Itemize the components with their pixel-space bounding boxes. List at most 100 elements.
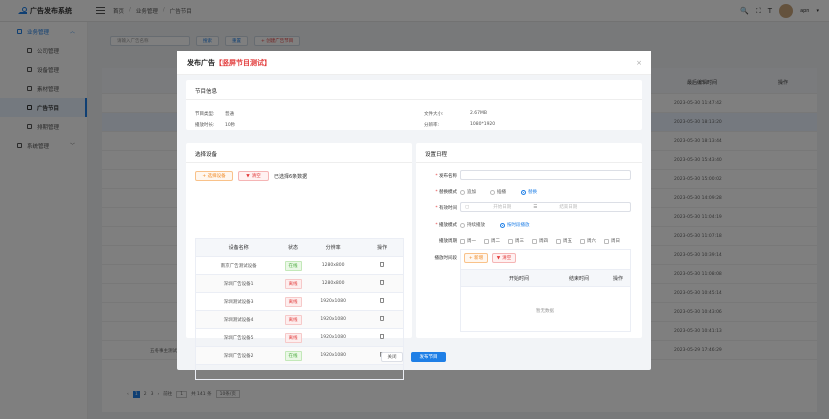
radio-checked-icon (500, 222, 505, 228)
device-resolution: 1920x1080 (320, 299, 346, 304)
device-table: 设备名称 状态 分辨率 操作 南京广告测试设备 在线 1280x800 深圳广告… (195, 238, 404, 380)
device-name: 南京广告测试设备 (220, 263, 257, 269)
play-cycle-label: 播放周期 (423, 238, 457, 244)
radio-label: 追加 (467, 190, 476, 195)
radio-checked-icon (521, 189, 526, 195)
device-resolution: 1280x800 (321, 263, 345, 268)
status-badge: 在线 (284, 260, 302, 271)
resolution-label: 分辨率: (424, 123, 440, 128)
range-separator-icon: ☰ (533, 204, 538, 210)
file-size-value: 2.67MB (470, 111, 487, 116)
checkbox-label: 周三 (515, 239, 524, 244)
table-row: 南京广告测试设备 在线 1280x800 (196, 257, 403, 275)
clear-periods-button[interactable]: ▼ 清空 (492, 253, 516, 263)
close-icon[interactable]: × (636, 59, 642, 67)
mode-insert-radio[interactable]: 插播 (490, 189, 506, 195)
status-badge: 离线 (284, 332, 302, 343)
modal-program-name: 【竖屏节目测试】 (215, 58, 271, 67)
close-button[interactable]: 关闭 (381, 352, 403, 362)
publish-name-input[interactable] (460, 170, 631, 180)
label-text: 播放周期 (439, 239, 457, 244)
column-header: 结束时间 (568, 275, 589, 282)
play-period-radio[interactable]: 按时段播放 (500, 222, 530, 228)
checkbox-label: 周日 (611, 239, 620, 244)
valid-time-label: * 有效时间 (435, 206, 457, 211)
play-continuous-radio[interactable]: 持续播放 (460, 222, 485, 228)
mode-append-radio[interactable]: 追加 (460, 189, 476, 195)
device-resolution: 1920x1080 (320, 353, 346, 358)
program-type-label: 节目类型: (195, 112, 215, 117)
date-range-picker[interactable]: ▢ 开始日期 ☰ 结束日期 (460, 202, 631, 212)
table-header: 设备名称 状态 分辨率 操作 (196, 239, 403, 257)
replace-mode-label: * 替换模式 (435, 190, 457, 195)
delete-icon[interactable] (380, 298, 385, 303)
checkbox-label: 周一 (467, 239, 476, 244)
publish-modal: 发布广告 【竖屏节目测试】 × 节目信息 节目类型: 普通 播放时长: 10秒 文件大… (177, 51, 651, 380)
selected-count: 已选择6条数据 (274, 174, 308, 180)
device-resolution: 1920x1080 (320, 335, 346, 340)
radio-label: 替换 (528, 190, 537, 195)
checkbox-icon (484, 238, 489, 244)
clear-label: 清空 (502, 256, 512, 261)
radio-label: 持续播放 (467, 223, 485, 228)
select-device-button[interactable]: + 选择设备 (195, 171, 233, 181)
clear-devices-button[interactable]: ▼ 清空 (238, 171, 269, 181)
label-text: 发布名称 (439, 174, 457, 179)
add-period-button[interactable]: + 新增 (464, 253, 488, 263)
table-row: 深圳广告设备1 离线 1280x800 (196, 275, 403, 293)
delete-icon[interactable] (380, 262, 385, 267)
trash-icon: ▼ (496, 255, 501, 261)
duration-value: 10秒 (225, 123, 236, 128)
program-info-card: 节目信息 节目类型: 普通 播放时长: 10秒 文件大小: 2.67MB 分辨率: 10… (186, 80, 642, 130)
delete-icon[interactable] (380, 334, 385, 339)
checkbox-icon (460, 238, 465, 244)
radio-icon (490, 189, 495, 195)
device-resolution: 1920x1080 (320, 317, 346, 322)
calendar-icon: ▢ (465, 204, 470, 210)
radio-label: 插播 (497, 190, 506, 195)
checkbox-label: 周四 (539, 239, 548, 244)
program-type-value: 普通 (225, 112, 234, 117)
publish-name-label: * 发布名称 (435, 174, 457, 179)
day-checkbox-sun[interactable]: 周日 (604, 238, 620, 244)
trash-icon: ▼ (246, 173, 250, 179)
day-checkbox-sat[interactable]: 周六 (580, 238, 596, 244)
radio-icon (460, 222, 465, 228)
device-resolution: 1280x800 (321, 281, 345, 286)
table-row: 深圳广告设备2 在线 1920x1080 (196, 347, 403, 365)
column-header: 操作 (612, 275, 623, 282)
mode-replace-radio[interactable]: 替换 (521, 189, 537, 195)
device-name: 深圳广告设备2 (223, 353, 254, 359)
day-checkbox-fri[interactable]: 周五 (556, 238, 572, 244)
duration-label: 播放时长: (195, 123, 215, 128)
day-checkbox-tue[interactable]: 周二 (484, 238, 500, 244)
device-name: 深圳广告设备1 (223, 281, 254, 287)
label-text: 播放模式 (439, 223, 457, 228)
device-name: 深圳广告设备5 (223, 335, 254, 341)
label-text: 播放时间段 (434, 256, 458, 261)
resolution-value: 1080*1920 (470, 122, 496, 127)
checkbox-icon (508, 238, 513, 244)
play-period-label: 播放时间段 (423, 255, 458, 261)
start-date-placeholder: 开始日期 (493, 205, 512, 210)
column-header: 设备名称 (228, 245, 249, 251)
checkbox-label: 周六 (587, 239, 596, 244)
day-checkbox-wed[interactable]: 周三 (508, 238, 524, 244)
status-badge: 离线 (284, 296, 302, 307)
file-size-label: 文件大小: (424, 112, 444, 117)
column-header: 操作 (377, 245, 388, 251)
status-badge: 在线 (284, 350, 302, 361)
day-checkbox-thu[interactable]: 周四 (532, 238, 548, 244)
status-badge: 离线 (284, 278, 302, 289)
day-checkbox-mon[interactable]: 周一 (460, 238, 476, 244)
publish-button[interactable]: 发布节目 (411, 352, 446, 362)
empty-placeholder: 暂无数据 (536, 309, 554, 314)
play-mode-label: * 播放模式 (435, 223, 457, 228)
table-row: 深圳广告设备5 离线 1920x1080 (196, 329, 403, 347)
time-period-table: + 新增 ▼ 清空 开始时间 结束时间 操作 暂无数据 (460, 249, 631, 332)
delete-icon[interactable] (380, 280, 385, 285)
radio-icon (460, 189, 465, 195)
label-text: 有效时间 (439, 206, 457, 211)
column-header: 状态 (288, 245, 299, 251)
delete-icon[interactable] (380, 316, 385, 321)
